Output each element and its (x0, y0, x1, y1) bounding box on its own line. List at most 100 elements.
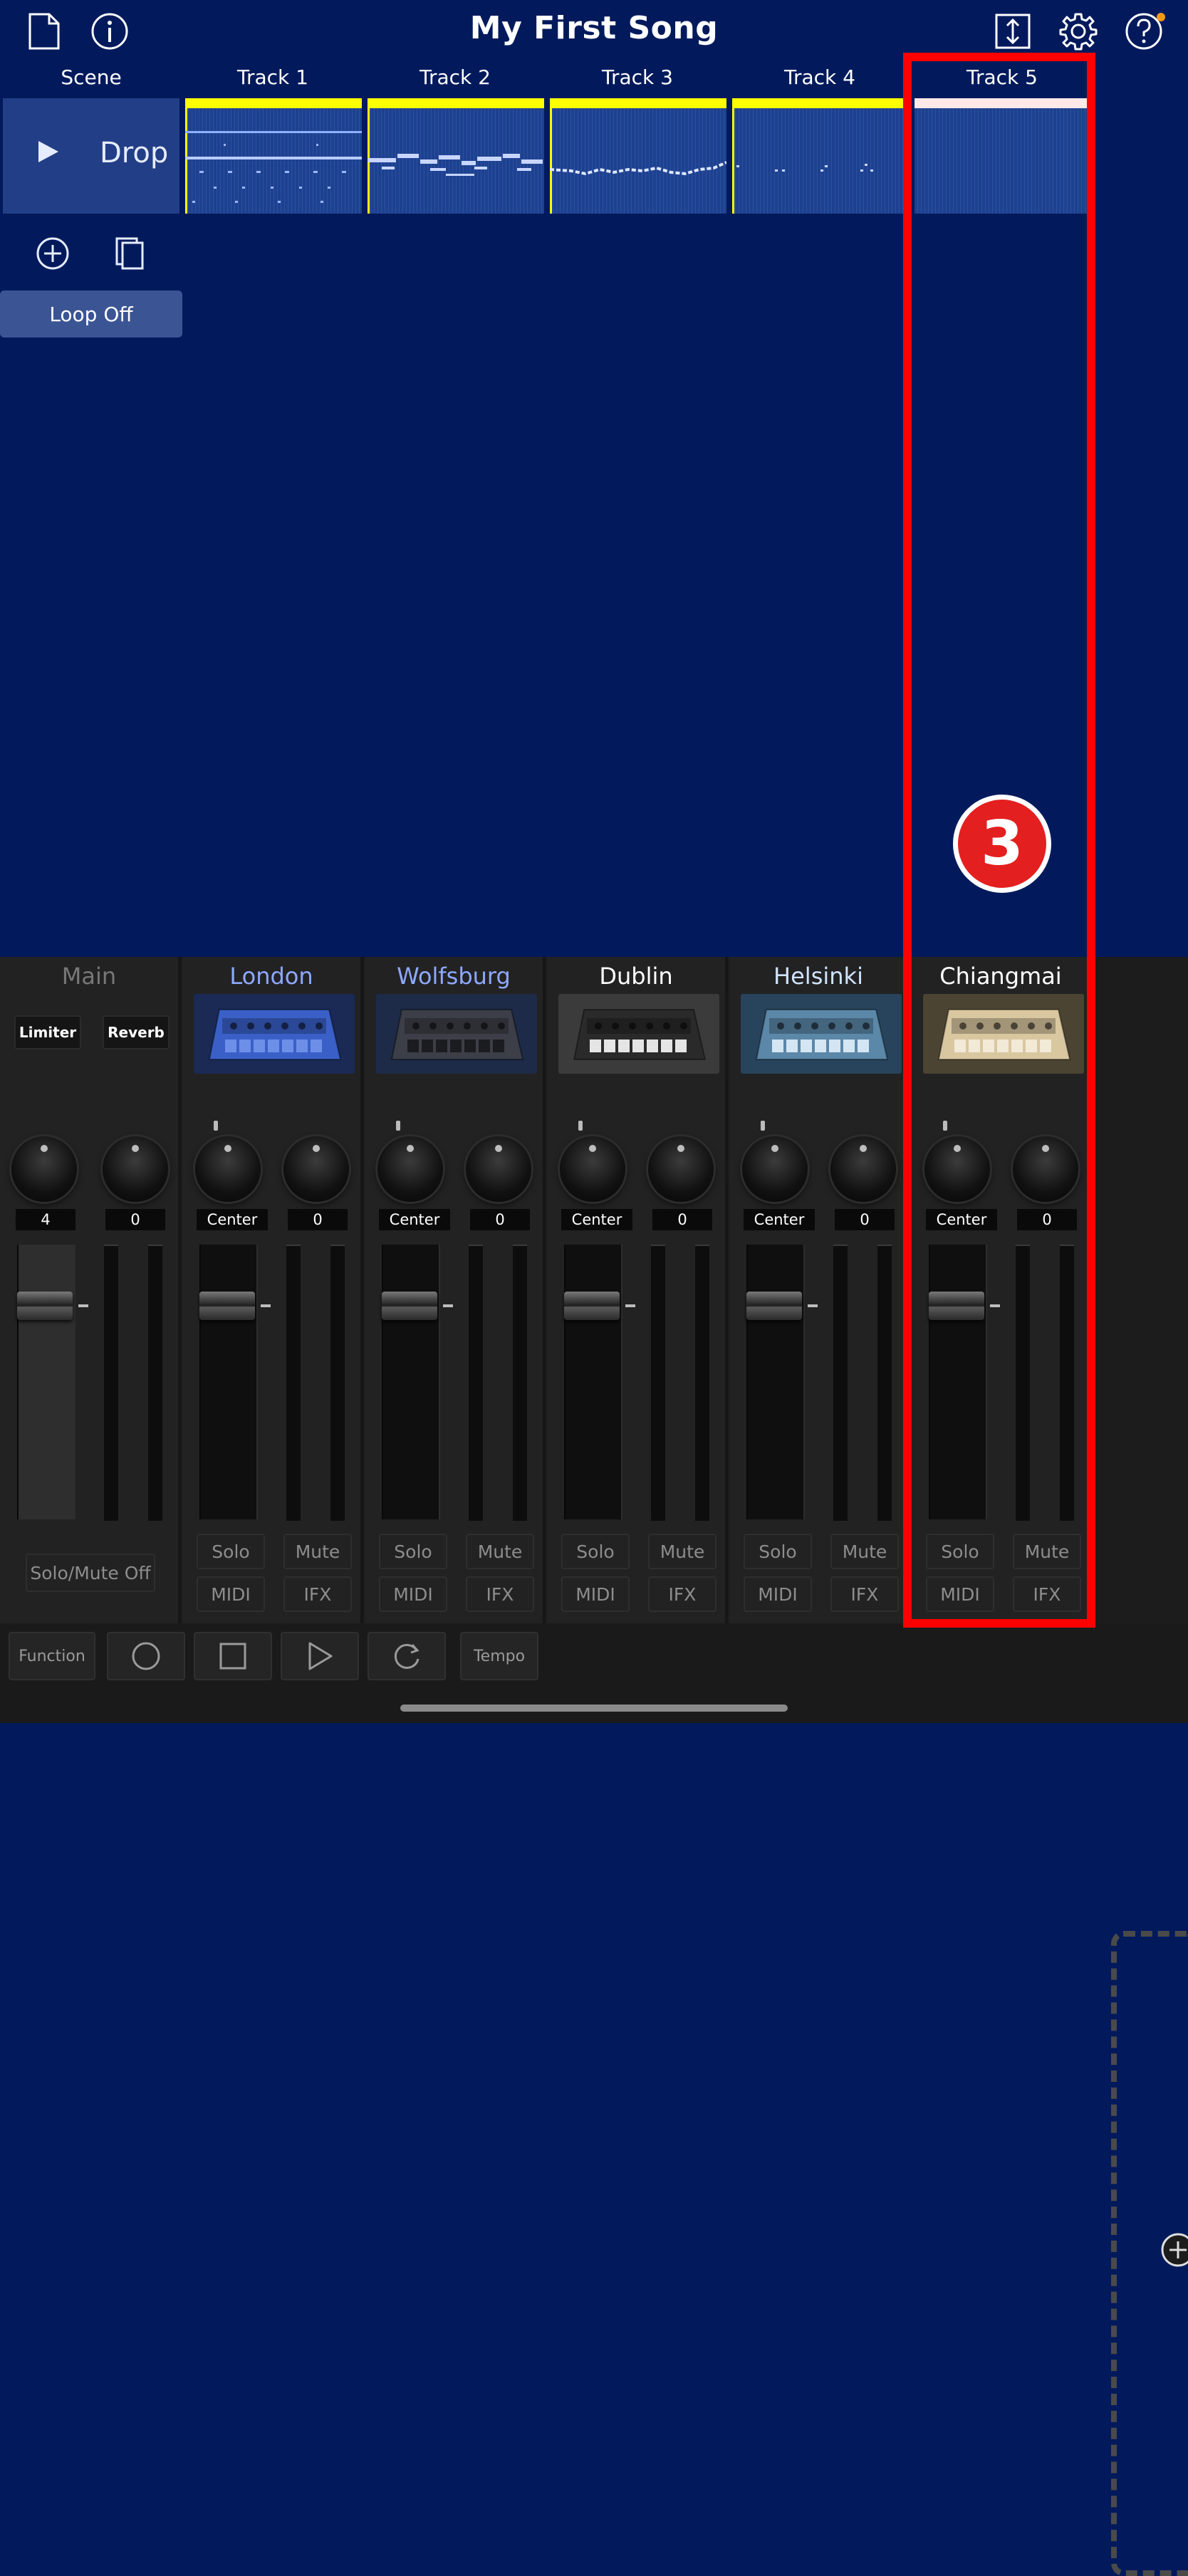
midi-button[interactable]: MIDI (561, 1576, 630, 1612)
level-meter-left (286, 1245, 301, 1521)
midi-button[interactable]: MIDI (744, 1576, 812, 1612)
ifx-button[interactable]: IFX (648, 1576, 717, 1612)
step-badge: 3 (953, 795, 1051, 893)
function-button[interactable]: Function (9, 1632, 95, 1680)
send-knob[interactable] (466, 1136, 531, 1202)
ifx-button[interactable]: IFX (283, 1576, 352, 1612)
main-knob2-value: 0 (105, 1209, 165, 1230)
instrument-name[interactable]: Helsinki (729, 963, 907, 990)
volume-fader-track (564, 1245, 622, 1519)
track-1-header[interactable]: Track 1 (184, 66, 362, 91)
pan-knob[interactable] (560, 1136, 625, 1202)
transport-bar: Function Tempo (0, 1623, 1188, 1723)
settings-gear-icon[interactable] (1058, 11, 1098, 51)
step-badge-number: 3 (958, 800, 1046, 888)
record-button[interactable] (107, 1632, 185, 1680)
volume-fader-handle[interactable] (382, 1292, 437, 1320)
instrument-thumbnail[interactable] (558, 994, 719, 1074)
clip-track-4[interactable] (732, 98, 909, 214)
send-knob[interactable] (283, 1136, 349, 1202)
instrument-thumbnail[interactable] (376, 994, 537, 1074)
pan-knob[interactable] (742, 1136, 808, 1202)
send-value: 0 (652, 1209, 712, 1230)
pan-center-mark (761, 1121, 765, 1131)
level-meter-right (695, 1245, 709, 1521)
stop-button[interactable] (194, 1632, 272, 1680)
pan-value: Center (744, 1209, 815, 1230)
solo-button[interactable]: Solo (744, 1534, 812, 1569)
track-3-header[interactable]: Track 3 (548, 66, 726, 91)
channel-strip-4: Helsinki Center 0 Solo Mute MIDI IFX (729, 957, 910, 1623)
level-meter-left (469, 1245, 483, 1521)
instrument-name[interactable]: London (182, 963, 360, 990)
main-strip: Main Limiter Reverb 4 0 Solo/Mute Off (0, 957, 181, 1623)
loop-off-button[interactable]: Loop Off (0, 290, 182, 337)
notification-dot (1157, 13, 1165, 21)
solo-mute-off-button[interactable]: Solo/Mute Off (26, 1554, 155, 1592)
volume-fader-track (199, 1245, 258, 1519)
send-value: 0 (470, 1209, 530, 1230)
send-knob[interactable] (648, 1136, 714, 1202)
loop-icon (394, 1643, 420, 1669)
scene-name: Drop (100, 137, 169, 169)
loop-button[interactable] (368, 1632, 446, 1680)
tempo-button[interactable]: Tempo (460, 1632, 538, 1680)
instrument-thumbnail[interactable] (194, 994, 355, 1074)
clip-track-3[interactable] (550, 98, 726, 214)
clip-notes (550, 161, 726, 176)
mute-button[interactable]: Mute (283, 1534, 352, 1569)
main-level-knob[interactable] (11, 1136, 77, 1202)
scene-play-icon[interactable] (38, 141, 58, 162)
play-button[interactable] (281, 1632, 359, 1680)
level-meter-left (833, 1245, 848, 1521)
level-meter-right (330, 1245, 345, 1521)
mute-button[interactable]: Mute (648, 1534, 717, 1569)
add-track-icon[interactable] (1160, 2230, 1188, 2270)
scene-drop[interactable]: Drop (3, 98, 179, 214)
pan-value: Center (379, 1209, 450, 1230)
clip-track-1[interactable] (185, 98, 362, 214)
limiter-button[interactable]: Limiter (14, 1015, 81, 1049)
main-strip-name: Main (61, 963, 117, 990)
stop-icon (219, 1643, 246, 1670)
send-value: 0 (835, 1209, 895, 1230)
channel-strip-1: London Center 0 Solo Mute MIDI IFX (182, 957, 363, 1623)
volume-fader-track (746, 1245, 805, 1519)
clip-notes (736, 164, 873, 172)
instrument-thumbnail[interactable] (741, 994, 902, 1074)
solo-button[interactable]: Solo (561, 1534, 630, 1569)
pan-knob[interactable] (377, 1136, 443, 1202)
solo-button[interactable]: Solo (379, 1534, 447, 1569)
instrument-name[interactable]: Wolfsburg (365, 963, 543, 990)
midi-button[interactable]: MIDI (379, 1576, 447, 1612)
import-export-icon[interactable] (993, 11, 1033, 51)
add-scene-icon[interactable] (33, 234, 73, 273)
home-indicator (400, 1705, 788, 1712)
level-meter-right (513, 1245, 527, 1521)
pan-knob[interactable] (195, 1136, 261, 1202)
channel-strip-3: Dublin Center 0 Solo Mute MIDI IFX (547, 957, 728, 1623)
ifx-button[interactable]: IFX (466, 1576, 534, 1612)
send-value: 0 (288, 1209, 348, 1230)
send-knob[interactable] (830, 1136, 896, 1202)
pan-value: Center (561, 1209, 632, 1230)
volume-fader-handle[interactable] (199, 1292, 255, 1320)
ifx-button[interactable]: IFX (830, 1576, 899, 1612)
duplicate-scene-icon[interactable] (110, 234, 150, 273)
solo-button[interactable]: Solo (197, 1534, 265, 1569)
main-fader-track (17, 1245, 75, 1519)
mute-button[interactable]: Mute (466, 1534, 534, 1569)
volume-fader-handle[interactable] (746, 1292, 802, 1320)
main-fader-handle[interactable] (17, 1292, 73, 1320)
fader-mark (261, 1304, 271, 1307)
instrument-name[interactable]: Dublin (547, 963, 725, 990)
clip-track-2[interactable] (368, 98, 544, 214)
volume-fader-handle[interactable] (564, 1292, 620, 1320)
midi-button[interactable]: MIDI (197, 1576, 265, 1612)
mute-button[interactable]: Mute (830, 1534, 899, 1569)
track-4-header[interactable]: Track 4 (731, 66, 909, 91)
track-2-header[interactable]: Track 2 (366, 66, 544, 91)
main-meter-left (104, 1245, 118, 1521)
reverb-button[interactable]: Reverb (103, 1015, 170, 1049)
main-reverb-knob[interactable] (103, 1136, 168, 1202)
